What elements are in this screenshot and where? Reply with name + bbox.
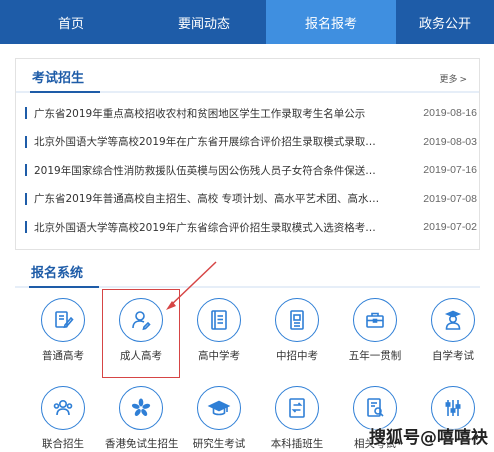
news-item[interactable]: 北京外国语大学等高校2019年广东省综合评价招生录取模式入选资格考生名... 2… — [16, 213, 479, 242]
nav-government-affairs[interactable]: 政务公开 — [396, 0, 494, 44]
tile-label: 自学考试 — [432, 350, 474, 362]
news-item[interactable]: 北京外国语大学等高校2019年在广东省开展综合评价招生录取模式录取考生... 2… — [16, 128, 479, 157]
bullet-bar — [25, 135, 27, 148]
news-title[interactable]: 2019年国家综合性消防救援队伍英模与因公伤残人员子女符合条件保送中国... — [34, 163, 386, 178]
highlight-box — [102, 289, 180, 378]
title-underline — [29, 286, 99, 288]
bullet-bar — [25, 107, 27, 119]
tile-transfer-student[interactable]: 本科插班生 — [261, 386, 333, 451]
bullet-bar — [25, 221, 27, 233]
watermark: 搜狐号@嘻嘻袂 — [369, 428, 488, 448]
top-navigation: 首页 要闻动态 报名报考 政务公开 — [0, 0, 494, 44]
tile-high-school-exam[interactable]: 高中学考 — [183, 298, 255, 363]
group-users-icon — [41, 386, 85, 430]
registration-system-header: 报名系统 — [15, 254, 480, 288]
exam-enrolment-header: 考试招生 更多 > — [16, 59, 479, 93]
tile-label: 中招中考 — [276, 350, 318, 362]
news-title[interactable]: 北京外国语大学等高校2019年广东省综合评价招生录取模式入选资格考生名... — [34, 220, 386, 235]
tile-label: 联合招生 — [42, 438, 84, 450]
news-title[interactable]: 北京外国语大学等高校2019年在广东省开展综合评价招生录取模式录取考生... — [34, 134, 386, 149]
title-underline — [30, 91, 100, 93]
more-link[interactable]: 更多 > — [439, 72, 467, 85]
tile-label: 普通高考 — [42, 350, 84, 362]
tile-label: 本科插班生 — [270, 438, 324, 450]
nav-home[interactable]: 首页 — [0, 0, 142, 44]
news-date: 2019-08-16 — [423, 107, 477, 120]
news-date: 2019-07-08 — [423, 192, 477, 205]
tile-label: 五年一贯制 — [348, 350, 402, 362]
tile-self-study-exam[interactable]: 自学考试 — [417, 298, 489, 363]
bullet-bar — [25, 192, 27, 205]
news-date: 2019-07-16 — [423, 164, 477, 177]
pen-document-icon — [41, 298, 85, 342]
news-date: 2019-08-03 — [423, 135, 477, 148]
graduation-cap-icon — [197, 386, 241, 430]
bauhinia-flower-icon — [119, 386, 163, 430]
section-title: 考试招生 — [32, 71, 85, 86]
tile-general-gaokao[interactable]: 普通高考 — [27, 298, 99, 363]
tile-graduate-exam[interactable]: 研究生考试 — [183, 386, 255, 451]
nav-news[interactable]: 要闻动态 — [142, 0, 266, 44]
bullet-bar — [25, 164, 27, 176]
tile-label: 研究生考试 — [192, 438, 246, 450]
id-document-icon — [275, 298, 319, 342]
transfer-document-icon — [275, 386, 319, 430]
exam-enrolment-panel: 考试招生 更多 > 广东省2019年重点高校招收农村和贫困地区学生工作录取考生名单… — [15, 58, 480, 250]
tile-hong-kong-enrolment[interactable]: 香港免试生招生 — [105, 386, 179, 451]
news-list: 广东省2019年重点高校招收农村和贫困地区学生工作录取考生名单公示 2019-0… — [16, 93, 479, 242]
news-item[interactable]: 2019年国家综合性消防救援队伍英模与因公伤残人员子女符合条件保送中国... 2… — [16, 156, 479, 185]
news-item[interactable]: 广东省2019年重点高校招收农村和贫困地区学生工作录取考生名单公示 2019-0… — [16, 99, 479, 128]
nav-registration[interactable]: 报名报考 — [266, 0, 396, 44]
tile-label: 香港免试生招生 — [105, 438, 179, 450]
notebook-icon — [197, 298, 241, 342]
tile-label: 高中学考 — [198, 350, 240, 362]
news-item[interactable]: 广东省2019年普通高校自主招生、高校 专项计划、高水平艺术团、高水平 运...… — [16, 185, 479, 214]
tile-middle-school-exam[interactable]: 中招中考 — [261, 298, 333, 363]
news-title[interactable]: 广东省2019年普通高校自主招生、高校 专项计划、高水平艺术团、高水平 运... — [34, 191, 386, 206]
tile-five-year-program[interactable]: 五年一贯制 — [339, 298, 411, 363]
section-title: 报名系统 — [31, 266, 84, 281]
news-title[interactable]: 广东省2019年重点高校招收农村和贫困地区学生工作录取考生名单公示 — [34, 106, 386, 121]
tile-joint-enrolment[interactable]: 联合招生 — [27, 386, 99, 451]
chevron-right-icon: > — [459, 75, 467, 85]
news-date: 2019-07-02 — [423, 221, 477, 234]
graduate-person-icon — [431, 298, 475, 342]
briefcase-icon — [353, 298, 397, 342]
